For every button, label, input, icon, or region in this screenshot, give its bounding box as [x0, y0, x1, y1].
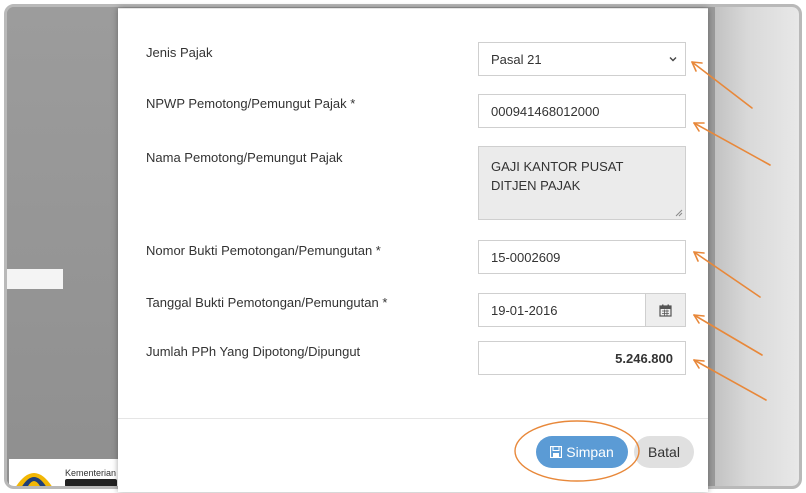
annotation-arrow	[693, 359, 767, 401]
annotation-overlay	[514, 61, 771, 482]
annotation-arrow	[693, 314, 763, 356]
annotation-arrow	[693, 251, 761, 298]
annotation-arrow	[693, 122, 771, 166]
annotation-arrow	[691, 61, 753, 109]
annotation-circle	[514, 420, 640, 482]
